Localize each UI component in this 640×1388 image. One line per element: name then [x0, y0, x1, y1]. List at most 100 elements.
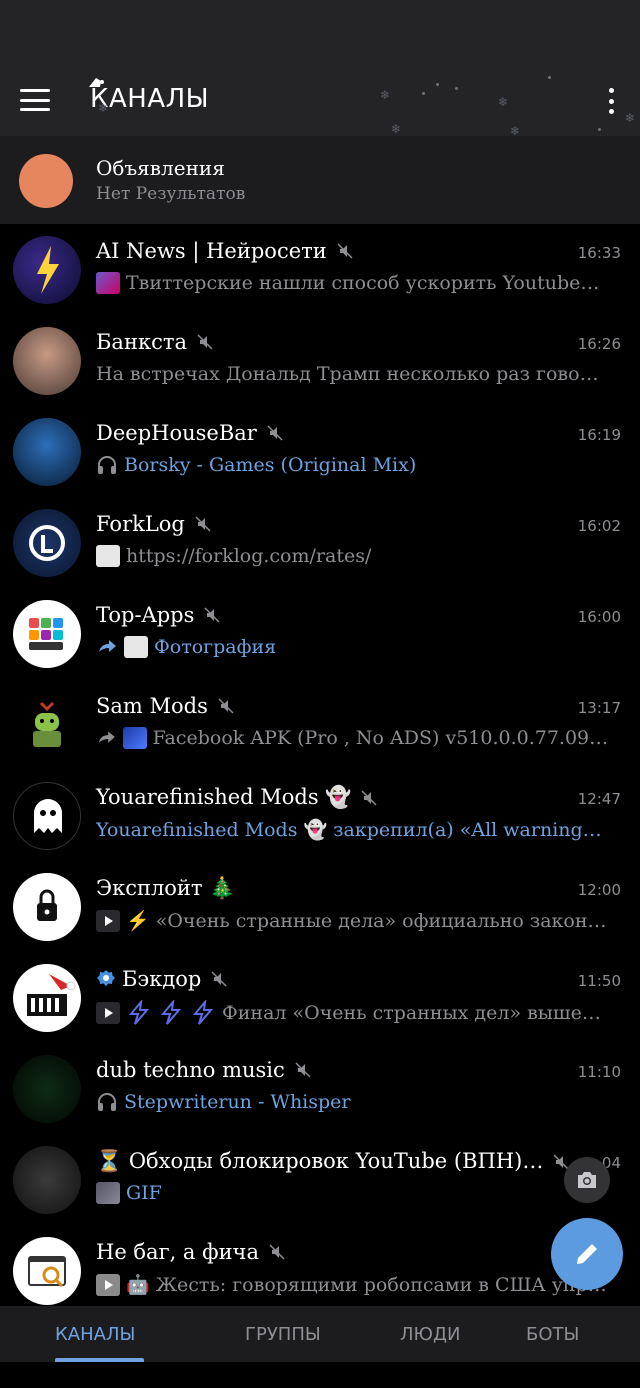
mute-icon	[269, 1244, 285, 1260]
snow-dot	[422, 92, 425, 95]
avatar	[13, 873, 81, 941]
top-app-bar: КАНАЛЫ ❄ ❄ ❄ ❄ ❄ ❄	[0, 0, 640, 138]
chat-item[interactable]: Бэкдор 11:50 Финал «Очень странных дел» …	[0, 962, 640, 1053]
avatar	[13, 509, 81, 577]
snowflake-icon: ❄	[625, 111, 636, 125]
chat-time: 13:17	[577, 699, 621, 717]
chat-preview: ⚡ «Очень странные дела» официально закон…	[126, 910, 607, 932]
pencil-icon	[577, 1244, 597, 1264]
chat-preview: Финал «Очень странных дел» выше…	[222, 1002, 601, 1024]
snow-dot	[436, 83, 439, 86]
chat-item[interactable]: Sam Mods 13:17 Facebook APK (Pro , No AD…	[0, 689, 640, 780]
mute-icon	[195, 516, 211, 532]
chat-time: 11:50	[577, 972, 621, 990]
chat-name: DeepHouseBar	[96, 421, 257, 445]
chat-name: Не баг, а фича	[96, 1240, 259, 1264]
chat-name: Бэкдор	[122, 967, 202, 991]
chat-preview: Youarefinished Mods 👻 закрепил(а) «All w…	[96, 819, 611, 841]
snow-dot	[455, 87, 458, 90]
media-thumbnail	[122, 727, 147, 749]
headphones-icon	[98, 1093, 116, 1111]
chat-time: 16:33	[577, 244, 621, 262]
chat-name: Банкста	[96, 330, 187, 354]
chat-item[interactable]: Банкста 16:26 На встречах Дональд Трамп …	[0, 325, 640, 416]
mute-icon	[267, 425, 283, 441]
avatar	[13, 691, 81, 759]
chat-item[interactable]: Top-Apps 16:00 Фотография	[0, 598, 640, 689]
menu-icon[interactable]	[20, 89, 50, 111]
mute-icon	[204, 607, 220, 623]
chat-preview: Твиттерские нашли способ ускорить Youtub…	[126, 272, 600, 294]
forklog-logo-icon	[29, 525, 65, 561]
forward-icon	[98, 731, 115, 743]
camera-icon	[578, 1172, 596, 1188]
avatar	[13, 1146, 81, 1214]
lightning-icon	[128, 1000, 150, 1025]
ghost-icon	[34, 799, 62, 833]
year-logo-icon	[13, 1146, 81, 1214]
announcement-item[interactable]	[0, 136, 640, 224]
tab-people[interactable]: ЛЮДИ	[400, 1324, 461, 1345]
photo-thumbnail	[124, 636, 148, 658]
tab-bots[interactable]: БОТЫ	[526, 1324, 579, 1345]
tab-groups[interactable]: ГРУППЫ	[245, 1324, 321, 1345]
mute-icon	[295, 1062, 311, 1078]
avatar	[19, 154, 73, 208]
chat-item[interactable]: AI News | Нейросети 16:33 Твиттерские на…	[0, 234, 640, 325]
chat-time: 12:47	[577, 790, 621, 808]
chat-item[interactable]: Эксплойт 🎄 12:00 ⚡ «Очень странные дела»…	[0, 871, 640, 962]
chat-item[interactable]: dub techno music 11:10 Stepwriterun - Wh…	[0, 1053, 640, 1144]
forward-icon	[99, 640, 116, 652]
avatar	[13, 1237, 81, 1305]
chat-item[interactable]: Youarefinished Mods 👻 12:47 Youarefinish…	[0, 780, 640, 871]
announcement-title: Объявления	[96, 156, 225, 180]
snowflake-icon: ❄	[498, 95, 509, 109]
chat-name: ForkLog	[96, 512, 185, 536]
chat-item[interactable]: DeepHouseBar 16:19 Borsky - Games (Origi…	[0, 416, 640, 507]
avatar	[13, 782, 81, 850]
chat-preview: Stepwriterun - Whisper	[124, 1091, 351, 1113]
gif-thumbnail	[96, 1182, 120, 1204]
snowflake-icon: ❄	[380, 88, 391, 102]
link-thumbnail	[96, 545, 120, 567]
chat-item[interactable]: ForkLog 16:02 https://forklog.com/rates/	[0, 507, 640, 598]
chat-preview: GIF	[126, 1182, 162, 1204]
media-thumbnail	[96, 272, 120, 294]
chat-name: ⏳ Обходы блокировок YouTube (ВПН)…	[96, 1149, 544, 1173]
chat-name: Sam Mods	[96, 694, 208, 718]
chat-preview: Facebook APK (Pro , No ADS) v510.0.0.77.…	[152, 727, 611, 749]
more-options-icon[interactable]	[604, 88, 618, 114]
chat-item[interactable]: ⏳ Обходы блокировок YouTube (ВПН)… 04 GI…	[0, 1144, 640, 1235]
chat-preview: 🤖 Жесть: говорящими робопсами в США упр…	[126, 1274, 607, 1296]
chat-preview: https://forklog.com/rates/	[126, 545, 372, 567]
avatar	[13, 236, 81, 304]
video-thumbnail	[96, 909, 120, 932]
mute-icon	[218, 698, 234, 714]
avatar	[13, 418, 81, 486]
android-robot-icon	[33, 701, 61, 747]
lock-icon	[37, 889, 57, 921]
app-root: КАНАЛЫ ❄ ❄ ❄ ❄ ❄ ❄ Объявления Нет Резуль…	[0, 0, 640, 1388]
compose-button[interactable]	[551, 1218, 623, 1290]
lightning-icon	[192, 1000, 214, 1025]
avatar	[13, 1055, 81, 1123]
video-thumbnail	[96, 1002, 120, 1024]
camera-button[interactable]	[564, 1157, 610, 1203]
chat-name: Youarefinished Mods 👻	[96, 785, 352, 809]
chat-name: Top-Apps	[96, 603, 195, 627]
lightning-icon	[37, 246, 59, 294]
chat-preview: Фотография	[154, 636, 277, 658]
chat-preview: На встречах Дональд Трамп несколько раз …	[96, 363, 599, 385]
chat-time: 16:19	[577, 426, 621, 444]
avatar	[13, 327, 81, 395]
tab-channels[interactable]: КАНАЛЫ	[55, 1324, 135, 1345]
chat-time: 16:00	[577, 608, 621, 626]
bug-magnifier-icon	[28, 1256, 66, 1288]
chat-preview: Borsky - Games (Original Mix)	[124, 454, 417, 476]
backdoor-logo-icon	[27, 974, 76, 1016]
chat-name: dub techno music	[96, 1058, 285, 1082]
verified-badge-icon	[97, 970, 115, 986]
mute-icon	[211, 971, 227, 987]
mute-icon	[337, 243, 353, 259]
chat-time: 16:02	[577, 517, 621, 535]
